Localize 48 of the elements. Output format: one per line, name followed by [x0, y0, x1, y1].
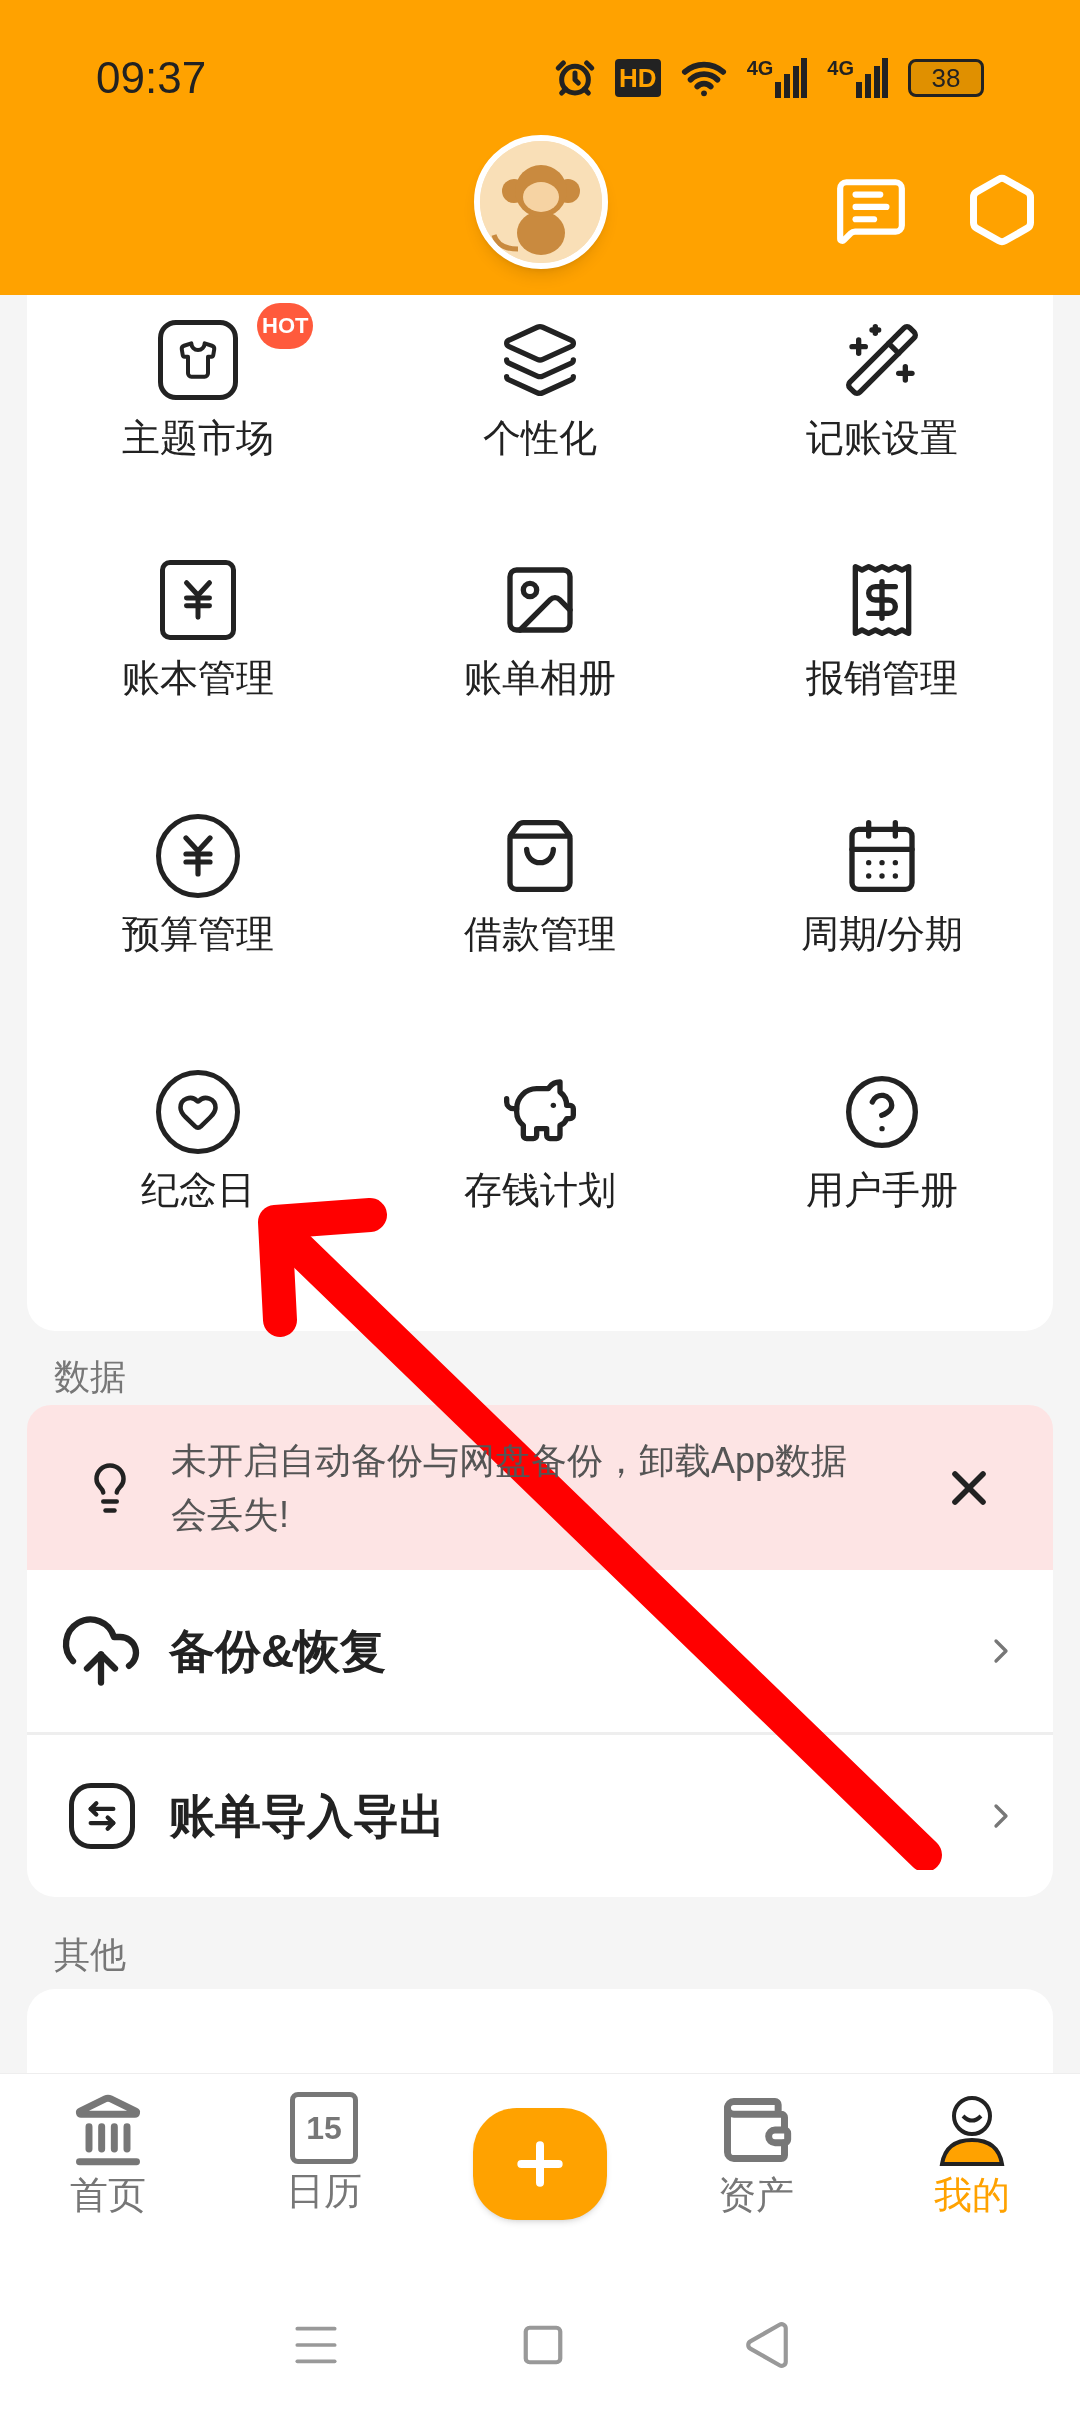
feature-item[interactable]: 周期/分期: [800, 811, 964, 1017]
settings-row[interactable]: 备份&恢复: [27, 1570, 1053, 1732]
transfer-icon: [69, 1783, 135, 1849]
hot-badge: HOT: [257, 303, 314, 349]
feature-label: 存钱计划: [464, 1171, 616, 1209]
shirt-icon: [158, 320, 238, 400]
alarm-icon: [555, 57, 596, 98]
feature-label: 用户手册: [806, 1171, 958, 1209]
feature-label: 账本管理: [122, 659, 274, 697]
feature-item[interactable]: 个性化: [483, 315, 597, 505]
row-label: 备份&恢复: [169, 1623, 387, 1679]
feature-label: 个性化: [483, 419, 597, 457]
feature-label: 报销管理: [806, 659, 958, 697]
add-button[interactable]: [473, 2108, 607, 2220]
nav-tab[interactable]: 资产: [648, 2092, 864, 2278]
yen-coin-icon: [156, 814, 240, 898]
feature-item[interactable]: 借款管理: [464, 811, 616, 1017]
nav-tab[interactable]: 15 日历: [216, 2092, 432, 2278]
section-title: 数据: [54, 1359, 127, 1395]
feature-item[interactable]: 用户手册: [806, 1067, 958, 1273]
feature-item[interactable]: 存钱计划: [464, 1067, 616, 1273]
battery-level: 38: [931, 64, 961, 91]
feature-label: 借款管理: [464, 915, 616, 953]
yen-book-icon: [160, 560, 236, 640]
feature-item[interactable]: 纪念日: [141, 1067, 255, 1273]
feature-item[interactable]: 记账设置: [806, 315, 958, 505]
hd-badge: HD: [615, 58, 661, 97]
feature-label: 账单相册: [464, 659, 616, 697]
feature-label: 主题市场: [122, 419, 274, 457]
heart-target-icon: [156, 1070, 240, 1154]
feature-label: 预算管理: [122, 915, 274, 953]
feature-label: 记账设置: [806, 419, 958, 457]
feature-item[interactable]: 账本管理: [122, 555, 274, 761]
signal-icon: [775, 57, 808, 98]
row-label: 账单导入导出: [169, 1788, 445, 1844]
nav-tab[interactable]: 首页: [0, 2092, 216, 2278]
feature-item[interactable]: 报销管理: [806, 555, 958, 761]
feature-item[interactable]: 账单相册: [464, 555, 616, 761]
settings-row[interactable]: 账单导入导出: [27, 1735, 1053, 1897]
feature-item[interactable]: 预算管理: [122, 811, 274, 1017]
status-time: 09:37: [96, 51, 207, 104]
feature-label: 周期/分期: [800, 915, 964, 953]
section-title: 其他: [54, 1937, 127, 1973]
network-type: 4G: [746, 57, 774, 78]
network-type: 4G: [827, 57, 854, 78]
feature-label: 纪念日: [141, 1171, 255, 1209]
signal-icon: [856, 57, 888, 98]
calendar-day: 15: [306, 2112, 342, 2144]
